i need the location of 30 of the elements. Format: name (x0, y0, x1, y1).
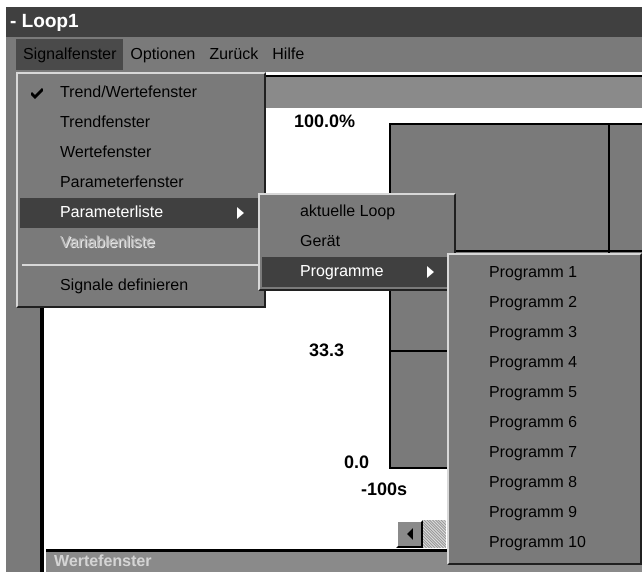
axis-label: 33.3 (309, 340, 344, 361)
menu-item[interactable]: Signale definieren (20, 271, 262, 301)
menu-item[interactable]: Programm 1 (451, 258, 638, 288)
menu-item[interactable]: Trendfenster (20, 108, 262, 138)
menu-item[interactable]: Gerät (262, 227, 452, 257)
scroll-left-button[interactable] (396, 520, 423, 548)
axis-label: 0.0 (344, 452, 370, 473)
horizontal-scrollbar[interactable] (396, 520, 446, 548)
window-title: - Loop1 (9, 11, 79, 33)
menu-item[interactable]: Programm 4 (451, 348, 638, 378)
menu-item[interactable]: aktuelle Loop (262, 197, 452, 227)
menu-item[interactable]: Programm 3 (451, 318, 638, 348)
values-window-title: Wertefenster (53, 553, 152, 571)
menu-item[interactable]: Wertefenster (20, 138, 262, 168)
menu-item[interactable]: Programm 8 (451, 468, 638, 498)
menu-item[interactable]: Programm 7 (451, 438, 638, 468)
menu-item[interactable]: Parameterfenster (20, 168, 262, 198)
menu-item[interactable]: Programm 10 (451, 528, 638, 558)
menu-item[interactable]: Programm 9 (451, 498, 638, 528)
scrollbar-track[interactable] (423, 520, 446, 548)
axis-label: -100s (361, 479, 408, 500)
left-arrow-icon (406, 528, 414, 540)
menu-bar-item[interactable]: Zurück (202, 39, 266, 70)
menu-item[interactable]: Programm 6 (451, 408, 638, 438)
menu-item[interactable]: Programm 5 (451, 378, 638, 408)
menu-bar-item[interactable]: Optionen (123, 39, 202, 70)
menu-item[interactable]: Programm 2 (451, 288, 638, 318)
axis-label: 100.0% (294, 111, 356, 132)
menu-item[interactable]: Trend/Wertefenster (20, 78, 262, 108)
menu-bar-item[interactable]: Hilfe (265, 39, 312, 70)
